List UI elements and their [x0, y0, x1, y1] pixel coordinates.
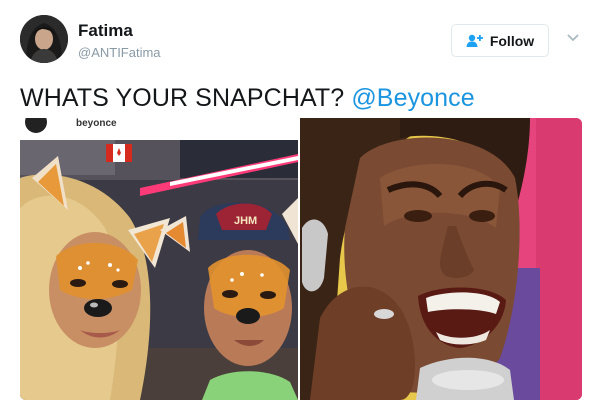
author-handle[interactable]: @ANTIFatima: [78, 45, 161, 60]
add-user-icon: [466, 34, 483, 47]
follow-button[interactable]: Follow: [451, 24, 549, 57]
chevron-down-icon[interactable]: [566, 33, 580, 43]
cap-logo-text: JHM: [234, 215, 257, 227]
right-photo[interactable]: [300, 118, 582, 400]
tweet-body: WHATS YOUR SNAPCHAT?: [20, 84, 352, 112]
author-name[interactable]: Fatima: [78, 21, 133, 41]
crying-woman-phone-photo: [300, 118, 582, 400]
avatar-image: [20, 15, 68, 63]
cropped-username: beyonce: [76, 118, 117, 129]
snapchat-deer-filter-photo: JHM: [20, 118, 298, 400]
mention-link[interactable]: @Beyonce: [351, 84, 474, 112]
avatar[interactable]: [20, 15, 68, 63]
tweet-text: WHATS YOUR SNAPCHAT? @Beyonce: [20, 84, 475, 113]
left-photo[interactable]: JHM beyonce: [20, 118, 298, 400]
follow-label: Follow: [489, 32, 535, 49]
